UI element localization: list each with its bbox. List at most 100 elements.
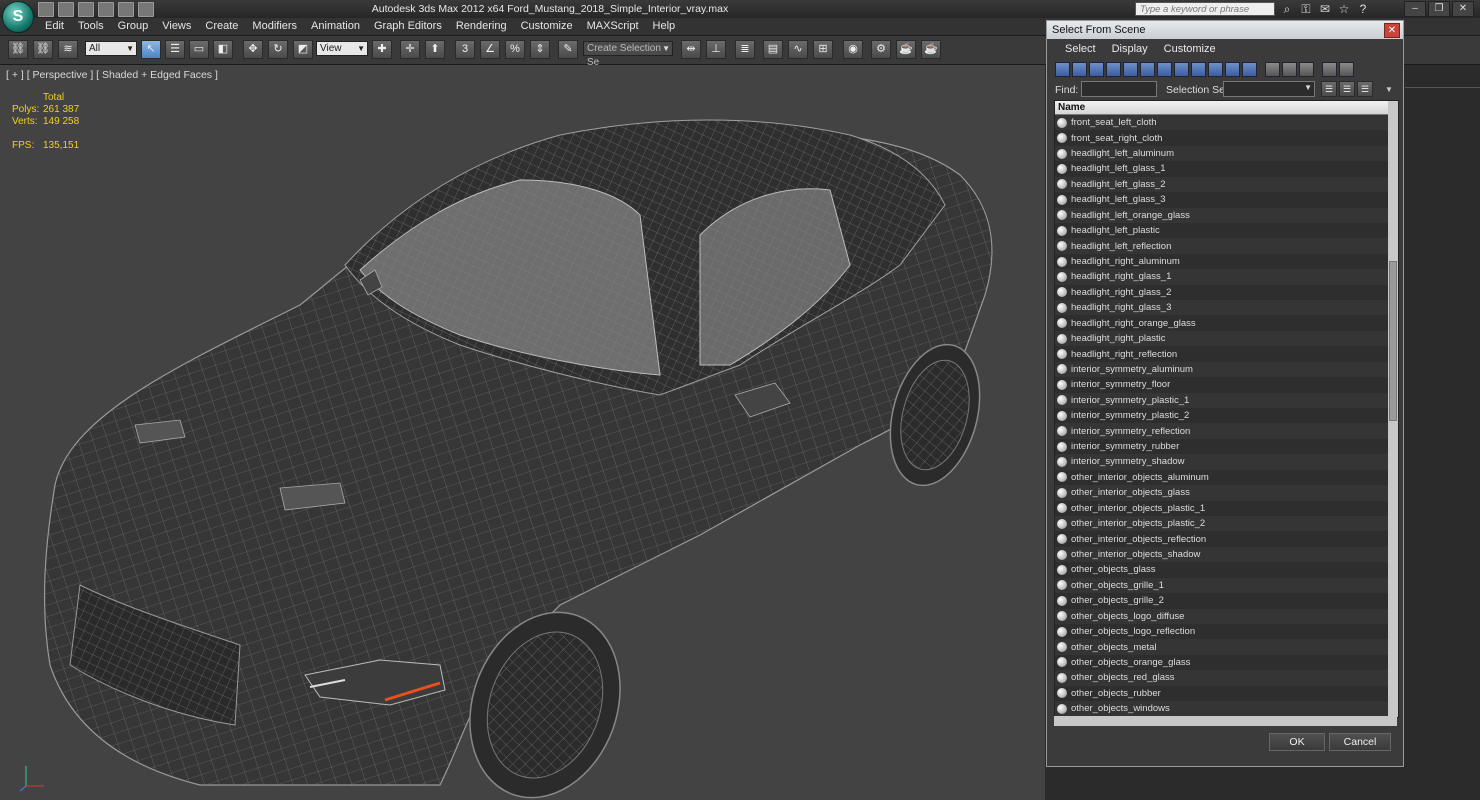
select-invert-icon[interactable]: ☰ (1357, 81, 1373, 97)
favorites-star-icon[interactable]: ☆ (1337, 2, 1351, 16)
display-groups-icon[interactable] (1157, 62, 1172, 77)
list-item[interactable]: headlight_left_glass_1 (1055, 161, 1388, 177)
pivot-center-icon[interactable]: ✚ (372, 40, 392, 59)
display-none-icon[interactable] (1282, 62, 1297, 77)
menu-edit[interactable]: Edit (38, 20, 71, 33)
list-scroll-thumb[interactable] (1389, 261, 1397, 421)
filter-icon[interactable] (1322, 62, 1337, 77)
dialog-menu-customize[interactable]: Customize (1156, 39, 1224, 59)
spinner-snap-icon[interactable]: ⇕ (530, 40, 550, 59)
list-item[interactable]: headlight_left_reflection (1055, 238, 1388, 254)
filter-settings-icon[interactable] (1339, 62, 1354, 77)
menu-group[interactable]: Group (111, 20, 156, 33)
list-item[interactable]: headlight_right_glass_3 (1055, 300, 1388, 316)
list-item[interactable]: interior_symmetry_aluminum (1055, 361, 1388, 378)
list-item[interactable]: front_seat_left_cloth (1055, 115, 1388, 131)
menu-views[interactable]: Views (155, 20, 198, 33)
list-item[interactable]: headlight_left_aluminum (1055, 145, 1388, 162)
select-manipulate-icon[interactable]: ✛ (400, 40, 420, 59)
binoculars-icon[interactable]: ⌕ (1280, 2, 1294, 16)
unlink-icon[interactable]: ⛓ (33, 40, 53, 59)
align-icon[interactable]: ⊥ (706, 40, 726, 59)
display-frozen-icon[interactable] (1225, 62, 1240, 77)
mirror-icon[interactable]: ⇹ (681, 40, 701, 59)
render-setup-icon[interactable]: ⚙ (871, 40, 891, 59)
list-item[interactable]: other_objects_metal (1055, 639, 1388, 655)
scene-object-list[interactable]: Name front_seat_left_cloth front_seat_rig… (1054, 100, 1399, 718)
reference-coordinate-dropdown[interactable]: View ▼ (316, 41, 368, 56)
list-item[interactable]: headlight_left_orange_glass (1055, 207, 1388, 223)
angle-snap-icon[interactable]: ∠ (480, 40, 500, 59)
list-item[interactable]: headlight_left_glass_3 (1055, 192, 1388, 208)
menu-create[interactable]: Create (198, 20, 245, 33)
move-icon[interactable]: ✥ (243, 40, 263, 59)
find-input[interactable] (1081, 81, 1157, 97)
select-object-icon[interactable]: ↖ (141, 40, 161, 59)
material-editor-icon[interactable]: ◉ (843, 40, 863, 59)
display-xrefs-icon[interactable] (1174, 62, 1189, 77)
display-all-icon[interactable] (1265, 62, 1280, 77)
graphite-ribbon-icon[interactable]: ▤ (763, 40, 783, 59)
list-item[interactable]: other_objects_orange_glass (1055, 654, 1388, 671)
edit-named-selection-icon[interactable]: ✎ (558, 40, 578, 59)
menu-animation[interactable]: Animation (304, 20, 367, 33)
list-item[interactable]: interior_symmetry_shadow (1055, 454, 1388, 470)
dropdown-arrow-icon[interactable]: ▼ (1385, 85, 1393, 94)
name-column-header[interactable]: Name (1055, 101, 1398, 115)
list-item[interactable]: headlight_right_aluminum (1055, 253, 1388, 270)
named-selection-set-dropdown[interactable]: Create Selection Se ▼ (583, 41, 673, 68)
cancel-button[interactable]: Cancel (1329, 733, 1391, 751)
selection-set-dropdown[interactable]: ▼ (1223, 81, 1315, 97)
keyboard-shortcut-icon[interactable]: ⬆ (425, 40, 445, 59)
list-horizontal-scrollbar[interactable] (1054, 716, 1397, 726)
dialog-menu-select[interactable]: Select (1057, 39, 1104, 59)
menu-rendering[interactable]: Rendering (449, 20, 514, 33)
schematic-view-icon[interactable]: ⊞ (813, 40, 833, 59)
render-production-icon[interactable]: ☕ (921, 40, 941, 59)
select-all-icon[interactable]: ☰ (1321, 81, 1337, 97)
list-item[interactable]: interior_symmetry_plastic_2 (1055, 408, 1388, 424)
rendered-frame-icon[interactable]: ☕ (896, 40, 916, 59)
list-item[interactable]: other_objects_rubber (1055, 685, 1388, 702)
display-invert-icon[interactable] (1299, 62, 1314, 77)
list-item[interactable]: other_objects_logo_diffuse (1055, 608, 1388, 624)
list-item[interactable]: headlight_right_reflection (1055, 346, 1388, 362)
display-geometry-icon[interactable] (1055, 62, 1070, 77)
list-item[interactable]: headlight_right_glass_2 (1055, 284, 1388, 301)
snaps-toggle-icon[interactable]: 3 (455, 40, 475, 59)
bind-spacewarp-icon[interactable]: ≋ (58, 40, 78, 59)
display-lights-icon[interactable] (1089, 62, 1104, 77)
list-item[interactable]: headlight_right_plastic (1055, 330, 1388, 347)
minimize-button[interactable]: – (1404, 1, 1426, 17)
scale-icon[interactable]: ◩ (293, 40, 313, 59)
link-icon[interactable]: ⛓ (8, 40, 28, 59)
list-item[interactable]: other_interior_objects_aluminum (1055, 469, 1388, 486)
list-item[interactable]: headlight_left_glass_2 (1055, 176, 1388, 193)
perspective-viewport[interactable]: [ + ] [ Perspective ] [ Shaded + Edged F… (0, 65, 1045, 800)
list-item[interactable]: other_objects_logo_reflection (1055, 623, 1388, 640)
list-item[interactable]: headlight_right_glass_1 (1055, 269, 1388, 285)
menu-maxscript[interactable]: MAXScript (580, 20, 646, 33)
key-icon[interactable]: ⚿ (1299, 2, 1313, 16)
list-item[interactable]: other_objects_windows (1055, 701, 1388, 717)
display-containers-icon[interactable] (1208, 62, 1223, 77)
display-hidden-icon[interactable] (1242, 62, 1257, 77)
menu-graph-editors[interactable]: Graph Editors (367, 20, 449, 33)
list-item[interactable]: other_objects_grille_2 (1055, 593, 1388, 609)
list-item[interactable]: other_interior_objects_glass (1055, 485, 1388, 501)
menu-customize[interactable]: Customize (514, 20, 580, 33)
list-item[interactable]: interior_symmetry_rubber (1055, 438, 1388, 455)
selection-filter-dropdown[interactable]: All ▼ (85, 41, 137, 56)
list-item[interactable]: other_objects_red_glass (1055, 670, 1388, 686)
display-bones-icon[interactable] (1191, 62, 1206, 77)
curve-editor-icon[interactable]: ∿ (788, 40, 808, 59)
comm-center-icon[interactable]: ✉ (1318, 2, 1332, 16)
list-item[interactable]: other_interior_objects_shadow (1055, 546, 1388, 563)
list-item[interactable]: interior_symmetry_reflection (1055, 423, 1388, 439)
dialog-menu-display[interactable]: Display (1104, 39, 1156, 59)
window-crossing-icon[interactable]: ◧ (213, 40, 233, 59)
app-logo[interactable]: S (2, 1, 34, 33)
layer-manager-icon[interactable]: ≣ (735, 40, 755, 59)
list-item[interactable]: other_interior_objects_plastic_2 (1055, 515, 1388, 532)
dialog-close-button[interactable]: ✕ (1384, 23, 1400, 38)
